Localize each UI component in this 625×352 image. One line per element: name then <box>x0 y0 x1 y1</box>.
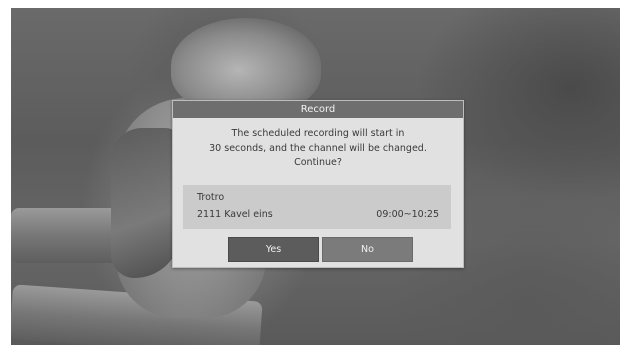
no-button[interactable]: No <box>322 237 413 262</box>
dialog-message-line: Continue? <box>294 157 342 168</box>
recording-details-row: 2111 Kavel eins 09:00~10:25 <box>197 209 439 220</box>
record-dialog: Record The scheduled recording will star… <box>172 100 464 268</box>
channel-label: 2111 Kavel eins <box>197 209 273 220</box>
dialog-message-line: The scheduled recording will start in <box>231 128 405 139</box>
dialog-title: Record <box>173 101 463 118</box>
tv-background-image: Record The scheduled recording will star… <box>11 8 620 345</box>
program-name: Trotro <box>197 192 225 203</box>
time-range: 09:00~10:25 <box>376 209 439 220</box>
yes-button[interactable]: Yes <box>228 237 319 262</box>
dialog-message-line: 30 seconds, and the channel will be chan… <box>209 142 427 154</box>
dialog-message: The scheduled recording will start in 30… <box>173 127 463 171</box>
recording-info-panel: Trotro 2111 Kavel eins 09:00~10:25 <box>183 185 451 229</box>
background-bird-wing <box>111 128 181 278</box>
background-bird-head <box>171 18 321 113</box>
